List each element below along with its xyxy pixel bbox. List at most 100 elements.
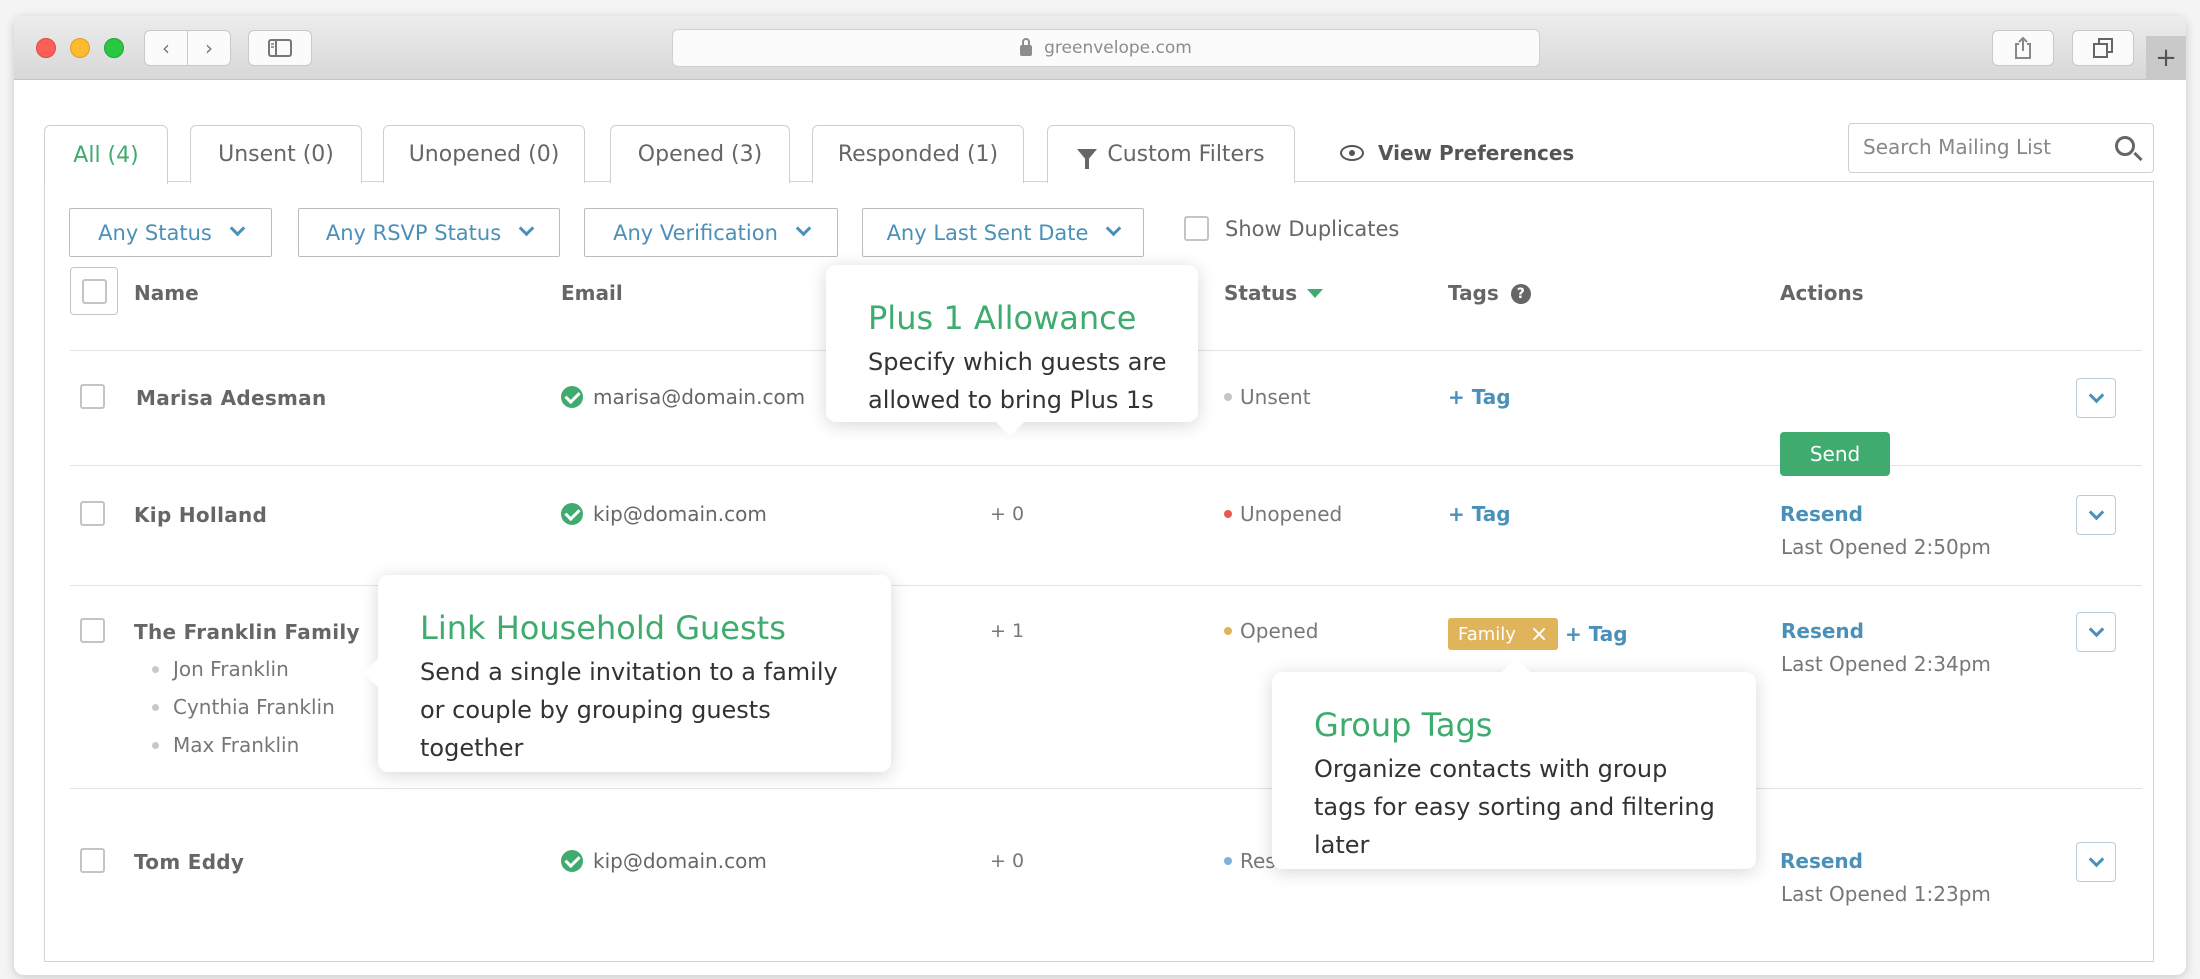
tab-unsent[interactable]: Unsent (0) (190, 125, 362, 183)
resend-button[interactable]: Resend (1780, 849, 1863, 873)
status-dot (1224, 857, 1232, 865)
guest-name[interactable]: Marisa Adesman (136, 386, 327, 410)
email-text: marisa@domain.com (593, 385, 806, 409)
show-duplicates-toggle[interactable]: Show Duplicates (1184, 216, 1399, 241)
tab-opened[interactable]: Opened (3) (610, 125, 790, 183)
resend-button[interactable]: Resend (1781, 619, 1864, 643)
add-tag-button[interactable]: + Tag (1565, 622, 1628, 646)
filter-label: Any Verification (613, 220, 778, 245)
add-tag-button[interactable]: + Tag (1448, 385, 1511, 409)
column-header-status[interactable]: Status (1224, 281, 1324, 305)
column-header-name[interactable]: Name (134, 281, 199, 305)
guest-name[interactable]: Tom Eddy (134, 850, 244, 874)
tab-label: Responded (1) (837, 142, 999, 167)
row-checkbox[interactable] (80, 618, 105, 643)
view-preferences-link[interactable]: View Preferences (1340, 141, 1574, 165)
status-cell: Unopened (1224, 502, 1342, 526)
new-tab-icon[interactable]: + (2146, 36, 2186, 80)
verified-check-icon (561, 386, 583, 408)
resend-button[interactable]: Resend (1780, 502, 1863, 526)
guest-name[interactable]: Kip Holland (134, 503, 267, 527)
plus-one-count[interactable]: + 0 (990, 503, 1024, 525)
verification-filter-dropdown[interactable]: Any Verification (584, 208, 838, 257)
show-duplicates-checkbox[interactable] (1184, 216, 1209, 241)
select-all-checkbox[interactable] (70, 267, 118, 315)
household-member[interactable]: Jon Franklin (152, 657, 289, 681)
tooltip-text: Specify which guests are allowed to brin… (868, 348, 1167, 414)
checkbox[interactable] (81, 278, 107, 304)
remove-tag-icon[interactable]: × (1530, 622, 1548, 647)
status-filter-dropdown[interactable]: Any Status (69, 208, 272, 257)
browser-window: ‹ › greenvelope.com + All (4) Unsent (0)… (14, 16, 2186, 975)
lock-icon (1020, 37, 1033, 56)
last-sent-filter-dropdown[interactable]: Any Last Sent Date (862, 208, 1144, 257)
tooltip-title: Plus 1 Allowance (868, 299, 1137, 337)
status-text: Unopened (1240, 502, 1343, 526)
tag-label: Family (1458, 623, 1516, 645)
filter-label: Any Status (98, 220, 212, 245)
row-checkbox[interactable] (80, 848, 105, 873)
show-duplicates-label: Show Duplicates (1225, 216, 1400, 241)
tab-overview-icon[interactable] (2072, 30, 2134, 66)
status-cell: Res (1224, 849, 1276, 873)
column-header-email[interactable]: Email (561, 281, 623, 305)
rsvp-filter-dropdown[interactable]: Any RSVP Status (298, 208, 560, 257)
plus-one-count[interactable]: + 1 (990, 620, 1024, 642)
eye-icon (1340, 145, 1364, 161)
plus-one-count[interactable]: + 0 (990, 850, 1024, 872)
tab-responded[interactable]: Responded (1) (812, 125, 1024, 183)
tab-label: Unsent (0) (218, 142, 334, 167)
filter-icon (1077, 148, 1098, 169)
row-divider (70, 788, 2142, 789)
back-icon[interactable]: ‹ (144, 30, 188, 66)
row-expand-button[interactable] (2076, 612, 2116, 652)
tab-label: Opened (3) (637, 142, 763, 167)
minimize-window-button[interactable] (70, 38, 90, 58)
tab-all[interactable]: All (4) (44, 125, 168, 184)
verified-check-icon (561, 503, 583, 525)
tab-unopened[interactable]: Unopened (0) (383, 125, 585, 183)
close-window-button[interactable] (36, 38, 56, 58)
view-preferences-label: View Preferences (1378, 141, 1575, 165)
chevron-down-icon (2088, 504, 2104, 520)
sort-descending-icon (1307, 289, 1324, 298)
add-tag-button[interactable]: + Tag (1448, 502, 1511, 526)
household-member[interactable]: Max Franklin (152, 733, 299, 757)
help-icon[interactable]: ? (1510, 284, 1531, 304)
row-expand-button[interactable] (2076, 378, 2116, 418)
zoom-window-button[interactable] (104, 38, 124, 58)
guest-name[interactable]: The Franklin Family (134, 620, 360, 644)
tag-chip: Family × (1448, 618, 1559, 650)
last-opened-time: Last Opened 1:23pm (1781, 882, 1991, 906)
column-header-actions: Actions (1780, 281, 1864, 305)
plus-one-tooltip: Plus 1 Allowance Specify which guests ar… (826, 265, 1198, 437)
chevron-down-icon (1106, 220, 1122, 237)
address-bar[interactable]: greenvelope.com (672, 29, 1540, 67)
sidebar-toggle-icon[interactable] (248, 30, 312, 66)
row-expand-button[interactable] (2076, 495, 2116, 535)
send-button[interactable]: Send (1780, 432, 1890, 476)
chevron-down-icon (229, 220, 246, 237)
last-opened-time: Last Opened 2:34pm (1781, 652, 1991, 676)
row-expand-button[interactable] (2076, 842, 2116, 882)
last-opened-time: Last Opened 2:50pm (1781, 535, 1991, 559)
guest-email: marisa@domain.com (561, 385, 805, 409)
status-header-label: Status (1224, 281, 1298, 305)
household-member[interactable]: Cynthia Franklin (152, 695, 335, 719)
tooltip-text: Organize contacts with group tags for ea… (1314, 755, 1715, 859)
guest-email: kip@domain.com (561, 849, 767, 873)
share-icon[interactable] (1992, 30, 2054, 66)
forward-icon[interactable]: › (187, 30, 231, 66)
guest-email: kip@domain.com (561, 502, 767, 526)
verified-check-icon (561, 850, 583, 872)
row-checkbox[interactable] (80, 501, 105, 526)
chevron-down-icon (518, 220, 535, 237)
search-input[interactable] (1863, 124, 2103, 170)
chevron-down-icon (2088, 851, 2104, 867)
filter-label: Any Last Sent Date (886, 220, 1089, 245)
row-checkbox[interactable] (80, 384, 105, 409)
search-icon[interactable] (2115, 136, 2135, 156)
status-dot (1224, 627, 1232, 635)
email-text: kip@domain.com (593, 849, 767, 873)
tab-custom-filters[interactable]: Custom Filters (1047, 125, 1295, 183)
